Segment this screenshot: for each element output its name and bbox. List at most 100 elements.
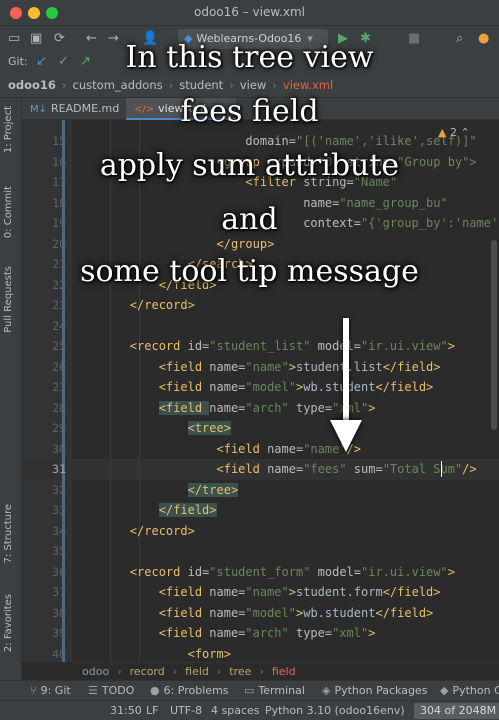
line-number[interactable]: 25	[22, 336, 66, 357]
line-number[interactable]: 26	[22, 357, 66, 378]
code-token: name=	[209, 626, 246, 640]
structure-crumb[interactable]: field	[272, 665, 296, 678]
file-encoding[interactable]: UTF-8	[170, 704, 202, 717]
code-token: <field	[158, 400, 210, 415]
line-number[interactable]: 32	[22, 480, 66, 501]
overlay-caption-line: In this tree view	[125, 40, 374, 75]
line-number[interactable]: 35	[22, 541, 66, 562]
code-token: >	[447, 564, 455, 579]
line-number[interactable]: 37	[22, 582, 66, 603]
tool-label: TODO	[101, 684, 135, 697]
code-token: </field>	[382, 585, 441, 599]
line-number[interactable]: 40	[22, 644, 66, 663]
code-token: type=	[295, 626, 333, 640]
code-token: >	[368, 626, 376, 640]
code-line[interactable]: <record id="student_list" model="ir.ui.v…	[72, 336, 455, 357]
code-token: "name"	[245, 359, 289, 374]
code-line[interactable]: <record id="student_form" model="ir.ui.v…	[72, 562, 455, 583]
git-tool-button[interactable]: ⑂ 9: Git	[30, 684, 71, 697]
structure-crumb[interactable]: field	[185, 665, 209, 678]
code-token: </record>	[129, 523, 195, 538]
code-token: wb.student	[303, 605, 376, 620]
breadcrumb-folder[interactable]: custom_addons	[73, 78, 163, 92]
line-number[interactable]: 30	[22, 439, 66, 460]
code-line[interactable]: </record>	[72, 295, 195, 316]
code-token: </field>	[158, 503, 217, 517]
code-line[interactable]: </tree>	[72, 480, 239, 501]
code-token: <record	[129, 339, 188, 353]
code-line[interactable]: <field name="arch" type="xml">	[72, 623, 376, 644]
line-number-gutter[interactable]: 15 16 17 18 19 20 21 22 23 24 25 26 27 28 29 30 31 32 33 34…	[22, 120, 72, 662]
code-token: "xml"	[332, 400, 369, 415]
indent-setting[interactable]: 4 spaces	[211, 704, 260, 717]
code-line[interactable]: </field>	[72, 500, 217, 521]
breadcrumb-file[interactable]: view.xml	[283, 78, 333, 92]
code-token: <field	[158, 359, 210, 374]
memory-indicator[interactable]: 304 of 2048M	[414, 703, 499, 719]
line-number[interactable]: 29	[22, 418, 66, 439]
code-line[interactable]: <field name="name">student.list</field>	[72, 357, 441, 378]
python-packages-tool-button[interactable]: ◈ Python Packages	[322, 684, 427, 697]
line-separator[interactable]: LF	[146, 704, 158, 717]
python-interpreter[interactable]: Python 3.10 (odoo16env)	[265, 704, 405, 717]
todo-tool-button[interactable]: ☰ TODO	[88, 684, 134, 697]
text-caret	[441, 461, 442, 477]
line-number[interactable]: 39	[22, 623, 66, 644]
terminal-tool-button[interactable]: ▭ Terminal	[244, 684, 305, 697]
code-line[interactable]: <form>	[72, 644, 231, 663]
python-console-tool-button[interactable]: ◆ Python C	[440, 684, 499, 697]
code-line[interactable]: </record>	[72, 521, 195, 542]
favorites-tool-button[interactable]: 2: Favorites	[3, 594, 14, 652]
problems-tool-button[interactable]: ● 6: Problems	[150, 684, 229, 697]
line-number[interactable]: 23	[22, 295, 66, 316]
code-token: >	[368, 400, 376, 415]
code-token: </tree>	[187, 482, 239, 497]
code-line[interactable]: <field name="model">wb.student</field>	[72, 603, 434, 624]
caret-position[interactable]: 31:50	[110, 704, 142, 717]
code-line[interactable]: <field name="fees" sum="Total Sum"/>	[72, 459, 477, 480]
line-number[interactable]: 33	[22, 500, 66, 521]
xml-structure-breadcrumb: odoo › record › field › tree › field	[72, 662, 499, 680]
code-token: "student_form"	[209, 564, 318, 579]
code-token: <tree>	[187, 421, 231, 435]
structure-tool-button[interactable]: 7: Structure	[3, 504, 14, 563]
code-line[interactable]: <field name="name"/>	[72, 439, 362, 460]
line-number[interactable]: 27	[22, 377, 66, 398]
code-line[interactable]: <field name="name">student.form</field>	[72, 582, 441, 603]
code-token: model=	[317, 339, 362, 353]
code-line[interactable]: <field name="model">wb.student</field>	[72, 377, 434, 398]
breadcrumb-module[interactable]: student	[179, 78, 223, 92]
line-number[interactable]: 28	[22, 398, 66, 419]
line-number[interactable]: 31	[22, 459, 66, 480]
code-token: name=	[209, 605, 246, 620]
line-number[interactable]: 36	[22, 562, 66, 583]
code-line[interactable]: <tree>	[72, 418, 231, 439]
breadcrumb-project[interactable]: odoo16	[8, 78, 56, 92]
structure-crumb[interactable]: tree	[229, 665, 251, 678]
code-token: "model"	[245, 380, 296, 394]
tool-label: Python C	[452, 684, 499, 697]
structure-crumb[interactable]: record	[130, 665, 165, 678]
line-number[interactable]: 24	[22, 316, 66, 337]
bottom-tool-strip: ⑂ 9: Git ☰ TODO ● 6: Problems ▭ Terminal ◈ Py…	[0, 680, 499, 700]
code-line[interactable]: <field name="arch" type="xml">	[72, 398, 375, 419]
structure-crumb[interactable]: odoo	[82, 665, 109, 678]
breadcrumb-subfolder[interactable]: view	[240, 78, 266, 92]
line-number[interactable]: 34	[22, 521, 66, 542]
code-token: </group>	[216, 236, 275, 251]
code-token: wb.student	[303, 380, 376, 394]
code-token: id=	[187, 564, 210, 579]
code-editor[interactable]: domain="[('name','ilike',self)]" <group …	[72, 120, 499, 662]
line-number[interactable]: 38	[22, 603, 66, 624]
overlay-arrow-down-icon	[330, 420, 362, 452]
overlay-caption-line: some tool tip message	[80, 254, 419, 289]
